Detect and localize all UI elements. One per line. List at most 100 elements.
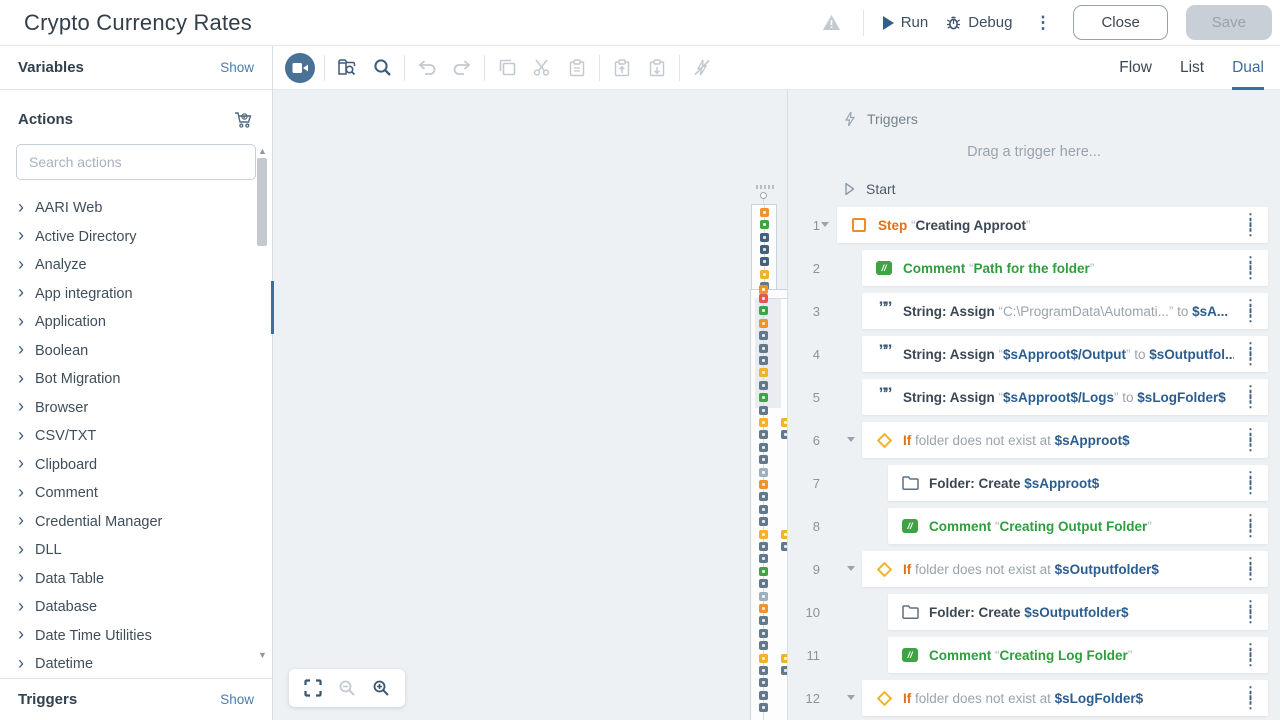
row-kebab-menu-icon[interactable]: ⋮ ⋮ ⋮ — [1244, 685, 1257, 709]
view-tab-dual[interactable]: Dual — [1232, 46, 1264, 90]
redo-icon[interactable] — [449, 55, 475, 81]
action-category-datetime[interactable]: › Datetime — [0, 650, 272, 678]
action-category-boolean[interactable]: › Boolean — [0, 337, 272, 366]
flow-node-comment[interactable] — [760, 220, 769, 230]
row-kebab-menu-icon[interactable]: ⋮ ⋮ ⋮ — [1244, 384, 1257, 408]
view-tab-list[interactable]: List — [1180, 46, 1204, 90]
flow-node-step[interactable] — [759, 480, 768, 489]
action-card[interactable]: If folder does not exist at $sOutputfold… — [862, 551, 1268, 587]
row-kebab-menu-icon[interactable]: ⋮ ⋮ ⋮ — [1244, 642, 1257, 666]
action-card[interactable]: If folder does not exist at $sApproot$ ⋮ ⋮… — [862, 422, 1268, 458]
flow-start-node[interactable] — [760, 192, 767, 199]
collapse-chevron-icon[interactable] — [847, 566, 855, 571]
flow-node-action[interactable] — [759, 430, 768, 440]
action-card[interactable]: Step “Creating Approot” ⋮ ⋮ ⋮ — [837, 207, 1268, 243]
action-card[interactable]: ”” String: Assign “C:\ProgramData\Automat… — [862, 293, 1268, 329]
action-card[interactable]: ”” String: Assign “$sApproot$/Output” to … — [862, 336, 1268, 372]
action-card[interactable]: //Comment “Path for the folder” ⋮ ⋮ ⋮ — [862, 250, 1268, 286]
flow-node-comment[interactable] — [759, 393, 768, 403]
scroll-down-icon[interactable]: ▼ — [256, 650, 269, 660]
paste-icon[interactable] — [564, 55, 590, 81]
flow-node-try[interactable] — [759, 294, 768, 303]
action-category-comment[interactable]: › Comment — [0, 479, 272, 508]
action-card[interactable]: If folder does not exist at $sLogFolder$… — [862, 680, 1268, 716]
bot-store-cart-icon[interactable] — [230, 106, 256, 132]
action-category-application[interactable]: › Application — [0, 308, 272, 337]
flow-node-step[interactable] — [759, 285, 768, 294]
flow-node-action[interactable] — [759, 666, 768, 675]
action-category-clipboard[interactable]: › Clipboard — [0, 451, 272, 480]
flow-node-action[interactable] — [759, 455, 768, 465]
flow-node-action[interactable] — [759, 628, 768, 638]
flow-node-if[interactable] — [760, 269, 769, 279]
action-category-analyze[interactable]: › Analyze — [0, 251, 272, 280]
action-category-browser[interactable]: › Browser — [0, 394, 272, 423]
flow-node-comment[interactable] — [759, 306, 768, 316]
flow-node-string[interactable] — [760, 232, 769, 242]
action-category-date-time-utilities[interactable]: › Date Time Utilities — [0, 622, 272, 651]
flow-node-action[interactable] — [759, 517, 768, 527]
flow-node-action[interactable] — [759, 504, 768, 514]
row-kebab-menu-icon[interactable]: ⋮ ⋮ ⋮ — [1244, 556, 1257, 580]
zoom-search-icon[interactable] — [369, 55, 395, 81]
flow-node-action[interactable] — [759, 542, 768, 551]
row-kebab-menu-icon[interactable]: ⋮ ⋮ ⋮ — [1244, 212, 1257, 236]
list-triggers-section[interactable]: Triggers — [845, 110, 1280, 128]
flow-node-action[interactable] — [759, 641, 768, 651]
flow-node-end[interactable] — [759, 467, 768, 477]
search-actions-input[interactable] — [16, 144, 256, 180]
row-kebab-menu-icon[interactable]: ⋮ ⋮ ⋮ — [1244, 599, 1257, 623]
row-kebab-menu-icon[interactable]: ⋮ ⋮ ⋮ — [1244, 470, 1257, 494]
collapse-chevron-icon[interactable] — [847, 695, 855, 700]
copy-to-clipboard-icon[interactable] — [609, 55, 635, 81]
collapse-chevron-icon[interactable] — [821, 222, 829, 227]
more-options-icon[interactable]: ⋮ — [1030, 14, 1055, 31]
action-card[interactable]: Folder: Create $sApproot$ ⋮ ⋮ ⋮ — [888, 465, 1268, 501]
action-category-bot-migration[interactable]: › Bot Migration — [0, 365, 272, 394]
scroll-up-icon[interactable]: ▲ — [256, 146, 269, 156]
row-kebab-menu-icon[interactable]: ⋮ ⋮ ⋮ — [1244, 298, 1257, 322]
flow-node-step[interactable] — [759, 318, 768, 328]
flow-node-step[interactable] — [760, 208, 769, 217]
row-kebab-menu-icon[interactable]: ⋮ ⋮ ⋮ — [1244, 513, 1257, 537]
flow-node-if[interactable] — [759, 529, 768, 539]
action-category-csv-txt[interactable]: › CSV/TXT — [0, 422, 272, 451]
trigger-drop-zone[interactable]: Drag a trigger here... — [788, 144, 1280, 162]
flow-node-if[interactable] — [759, 653, 768, 663]
flow-node-action[interactable] — [759, 356, 768, 365]
sidebar-scrollbar[interactable]: ▲ ▼ — [256, 146, 269, 674]
paste-from-clipboard-icon[interactable] — [644, 55, 670, 81]
action-card[interactable]: ”” String: Assign “$sApproot$/Logs” to $s… — [862, 379, 1268, 415]
flow-node-comment[interactable] — [759, 566, 768, 576]
debug-button[interactable]: Debug — [946, 14, 1012, 31]
run-button[interactable]: Run — [882, 14, 928, 31]
close-button[interactable]: Close — [1073, 5, 1168, 40]
flow-node-action[interactable] — [759, 380, 768, 390]
action-category-aari-web[interactable]: › AARI Web — [0, 194, 272, 223]
fit-to-screen-icon[interactable] — [303, 678, 323, 698]
view-tab-flow[interactable]: Flow — [1119, 46, 1152, 90]
action-card[interactable]: //Comment “Creating Output Folder” ⋮ ⋮ ⋮ — [888, 508, 1268, 544]
flow-node-string[interactable] — [760, 257, 769, 267]
triggers-show-link[interactable]: Show — [220, 692, 254, 707]
flow-node-action[interactable] — [759, 492, 768, 502]
zoom-in-icon[interactable] — [371, 678, 391, 698]
flow-node-action[interactable] — [759, 703, 768, 713]
flow-node-step[interactable] — [759, 604, 768, 613]
flow-node-action[interactable] — [759, 690, 768, 700]
flow-group-main[interactable] — [750, 285, 787, 720]
flow-canvas[interactable] — [273, 90, 787, 720]
flow-node-action[interactable] — [759, 343, 768, 353]
search-in-flow-icon[interactable] — [334, 55, 360, 81]
row-kebab-menu-icon[interactable]: ⋮ ⋮ ⋮ — [1244, 427, 1257, 451]
action-category-app-integration[interactable]: › App integration — [0, 280, 272, 309]
flow-node-action[interactable] — [759, 616, 768, 626]
row-kebab-menu-icon[interactable]: ⋮ ⋮ ⋮ — [1244, 341, 1257, 365]
action-card[interactable]: Folder: Create $sOutputfolder$ ⋮ ⋮ ⋮ — [888, 594, 1268, 630]
copy-icon[interactable] — [494, 55, 520, 81]
save-button[interactable]: Save — [1185, 5, 1272, 40]
action-category-dll[interactable]: › DLL — [0, 536, 272, 565]
action-category-active-directory[interactable]: › Active Directory — [0, 223, 272, 252]
variables-show-link[interactable]: Show — [220, 60, 254, 75]
scrollbar-thumb[interactable] — [257, 158, 267, 246]
